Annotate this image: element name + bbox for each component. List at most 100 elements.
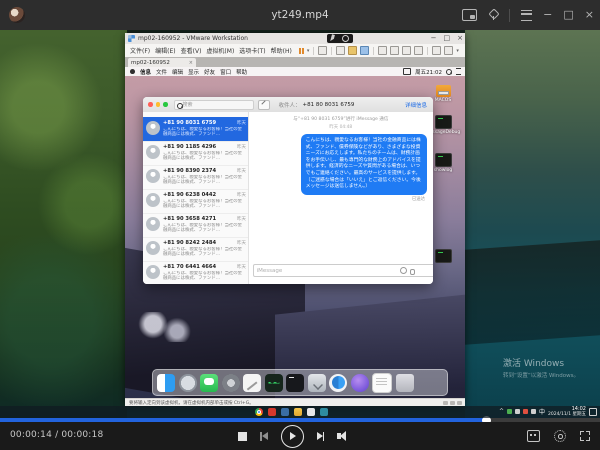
- vmware-menu-view[interactable]: 查看(V): [181, 46, 202, 55]
- tray-icon[interactable]: [523, 409, 528, 414]
- emoji-icon[interactable]: [400, 267, 407, 274]
- vm-thumbnail-bar-button[interactable]: [390, 46, 399, 55]
- vmware-maximize-button[interactable]: □: [444, 33, 451, 44]
- tray-icon[interactable]: [531, 409, 536, 414]
- vm-tab-close-icon[interactable]: ×: [189, 60, 193, 66]
- vmware-menu-tabs[interactable]: 选项卡(T): [239, 46, 265, 55]
- fullscreen-button[interactable]: [580, 431, 590, 441]
- app-taskbar-icon-white[interactable]: [307, 408, 315, 416]
- messages-titlebar[interactable]: 搜索 收件人： +81 80 8031 6759 详细信息: [143, 97, 433, 113]
- vmware-menu-help[interactable]: 帮助(H): [271, 46, 292, 55]
- vm-network-status-icon[interactable]: [457, 401, 462, 405]
- notification-center-icon[interactable]: [456, 68, 461, 75]
- vm-manage-snapshot-button[interactable]: [360, 46, 369, 55]
- vm-unity-button[interactable]: [432, 46, 441, 55]
- vm-pause-caret[interactable]: ▾: [307, 48, 310, 54]
- conversation-row[interactable]: +81 90 8242 2484 昨天 こんにちは、親愛なるお客様！当社の金融商…: [143, 237, 248, 262]
- vmware-menu-file[interactable]: 文件(F): [130, 46, 150, 55]
- mac-menu-edit[interactable]: 编辑: [172, 68, 183, 76]
- safari-dock-icon[interactable]: [329, 374, 347, 392]
- zoom-traffic-light[interactable]: [163, 102, 168, 107]
- vmware-titlebar[interactable]: mp02-160952 - VMware Workstation − □ ×: [125, 33, 465, 44]
- apple-menu-icon[interactable]: [130, 69, 135, 74]
- minimize-traffic-light[interactable]: [156, 102, 161, 107]
- input-source-icon[interactable]: [403, 68, 411, 75]
- trash-dock-icon[interactable]: [396, 374, 414, 392]
- conversation-row[interactable]: +81 90 3658 4271 昨天 こんにちは、親愛なるお客様！当社の金融商…: [143, 213, 248, 238]
- conversation-row[interactable]: +81 90 8390 2374 昨天 こんにちは、親愛なるお客様！当社の金融商…: [143, 165, 248, 190]
- close-traffic-light[interactable]: [148, 102, 153, 107]
- downloads-dock-icon[interactable]: [308, 374, 326, 392]
- vm-cd-status-icon[interactable]: [450, 401, 455, 405]
- launchpad-dock-icon[interactable]: [179, 374, 197, 392]
- spotlight-icon[interactable]: [446, 69, 452, 75]
- previous-button[interactable]: [260, 432, 268, 441]
- notification-tray-icon[interactable]: [589, 408, 597, 416]
- conversation-row[interactable]: +81 70 6441 4664 昨天 こんにちは、親愛なるお客様！当社の金融商…: [143, 261, 248, 284]
- tray-overflow-chevron[interactable]: ^: [499, 408, 504, 415]
- vm-revert-snapshot-button[interactable]: [348, 46, 357, 55]
- conversation-row-selected[interactable]: +81 90 8031 6759 昨天 こんにちは、親愛なるお客様！当社の金融商…: [143, 117, 248, 142]
- pin-on-top-icon[interactable]: [488, 10, 498, 20]
- mac-menu-help[interactable]: 帮助: [236, 68, 247, 76]
- app-dock-icon[interactable]: [351, 374, 369, 392]
- vmware-menu-vm[interactable]: 虚拟机(M): [206, 46, 234, 55]
- mac-menu-buddies[interactable]: 好友: [204, 68, 215, 76]
- mac-menu-window[interactable]: 窗口: [220, 68, 231, 76]
- compose-button[interactable]: [258, 100, 270, 110]
- vm-toolbar-caret[interactable]: ▾: [456, 48, 459, 54]
- finder-dock-icon[interactable]: [157, 374, 175, 392]
- textedit-dock-icon[interactable]: [243, 374, 261, 392]
- play-button[interactable]: [281, 425, 304, 448]
- volume-button[interactable]: [337, 431, 346, 441]
- stop-button[interactable]: [238, 432, 247, 441]
- close-button[interactable]: ×: [585, 0, 594, 30]
- vm-snapshot-button[interactable]: [336, 46, 345, 55]
- vm-console-view-button[interactable]: [402, 46, 411, 55]
- video-display-area[interactable]: mp02-160952 - VMware Workstation − □ × 文…: [0, 30, 600, 418]
- tray-icon[interactable]: [515, 409, 520, 414]
- macos-screen[interactable]: 信息 文件 编辑 显示 好友 窗口 帮助 周五21:02 MACOS: [125, 67, 465, 398]
- ime-indicator[interactable]: 中: [539, 407, 545, 416]
- vmware-menu-edit[interactable]: 编辑(E): [155, 46, 175, 55]
- chrome-taskbar-icon[interactable]: [255, 408, 263, 416]
- app-taskbar-icon-teal[interactable]: [320, 408, 328, 416]
- terminal-dock-icon[interactable]: [286, 374, 304, 392]
- maximize-button[interactable]: □: [563, 0, 573, 30]
- conversation-row[interactable]: +81 90 1185 4296 昨天 こんにちは、親愛なるお客様！当社の金融商…: [143, 141, 248, 166]
- menubar-clock[interactable]: 周五21:02: [415, 68, 442, 76]
- vm-tab[interactable]: mp02-160952 ×: [128, 58, 196, 67]
- minimize-button[interactable]: −: [543, 0, 552, 30]
- next-button[interactable]: [317, 432, 325, 441]
- settings-button[interactable]: [554, 430, 566, 442]
- mac-menu-view[interactable]: 显示: [188, 68, 199, 76]
- vm-external-display-button[interactable]: [444, 46, 453, 55]
- mini-player-icon[interactable]: [462, 9, 477, 21]
- vm-fullscreen-button[interactable]: [414, 46, 423, 55]
- explorer-taskbar-icon[interactable]: [294, 408, 302, 416]
- menu-icon[interactable]: [521, 10, 532, 21]
- recorder-overlay-badge[interactable]: [327, 34, 353, 43]
- microphone-icon[interactable]: [410, 269, 415, 275]
- vmware-minimize-button[interactable]: −: [431, 33, 437, 44]
- app-taskbar-icon-blue[interactable]: [281, 408, 289, 416]
- mac-menu-app[interactable]: 信息: [140, 68, 151, 76]
- vm-hdd-status-icon[interactable]: [443, 401, 448, 405]
- mac-menu-file[interactable]: 文件: [156, 68, 167, 76]
- document-dock-icon[interactable]: [372, 373, 392, 393]
- conversation-row[interactable]: +81 90 6238 0442 昨天 こんにちは、親愛なるお客様！当社の金融商…: [143, 189, 248, 214]
- vmware-close-button[interactable]: ×: [457, 33, 463, 44]
- tray-icon[interactable]: [507, 409, 512, 414]
- vm-show-library-button[interactable]: [378, 46, 387, 55]
- conversation-list[interactable]: +81 90 8031 6759 昨天 こんにちは、親愛なるお客様！当社の金融商…: [143, 112, 249, 284]
- vm-send-cad-button[interactable]: [318, 46, 327, 55]
- playlist-button[interactable]: [527, 430, 540, 442]
- app-taskbar-icon-red[interactable]: [268, 408, 276, 416]
- taskbar-clock[interactable]: 14:02 2024/11/1 星期五: [548, 407, 586, 418]
- system-preferences-dock-icon[interactable]: [222, 374, 240, 392]
- conversation-search-field[interactable]: 搜索: [174, 100, 254, 110]
- details-button[interactable]: 详细信息: [405, 101, 427, 109]
- vm-pause-button[interactable]: [299, 48, 304, 54]
- activity-monitor-dock-icon[interactable]: [265, 374, 283, 392]
- messages-dock-icon[interactable]: [200, 374, 218, 392]
